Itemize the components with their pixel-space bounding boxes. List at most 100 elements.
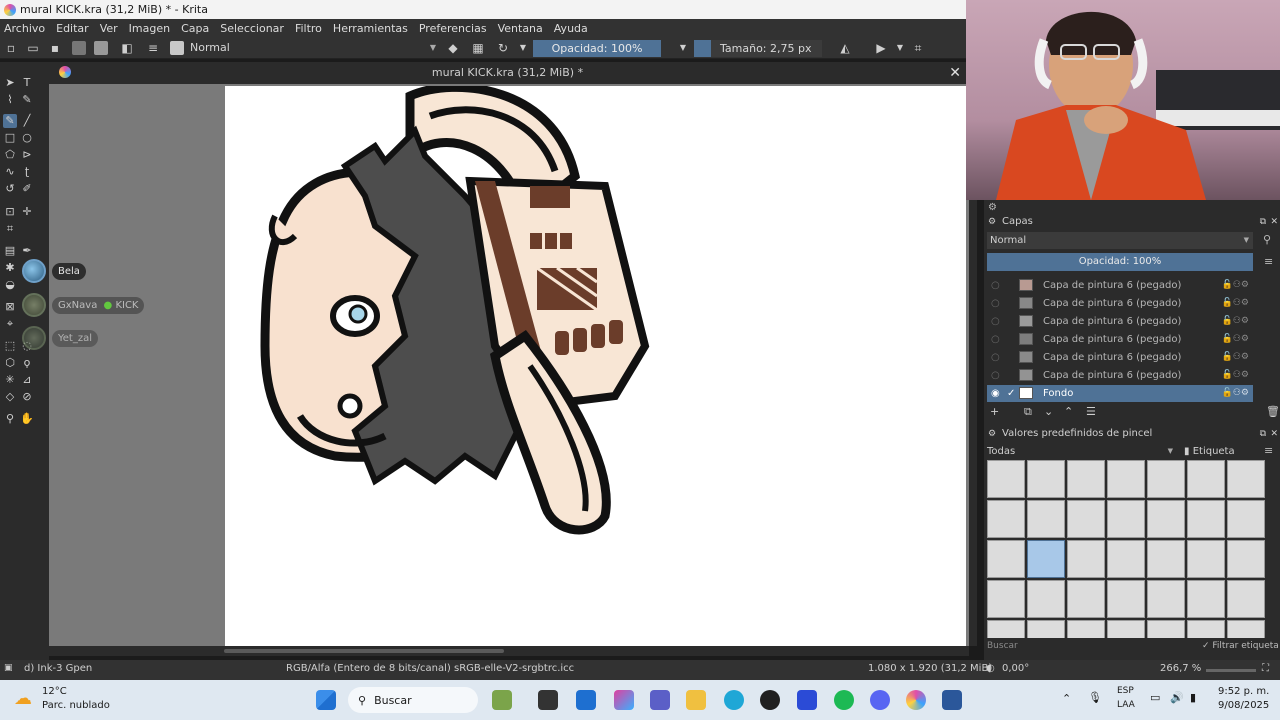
float-icon[interactable]: ⧉ xyxy=(1260,214,1266,230)
brush-preset[interactable] xyxy=(1027,500,1065,538)
store-icon[interactable] xyxy=(576,690,596,710)
move-up-icon[interactable]: ⌃ xyxy=(1064,405,1073,418)
menu-filtro[interactable]: Filtro xyxy=(295,22,322,35)
eraser-icon[interactable]: ◆ xyxy=(446,41,460,55)
brush-preset[interactable] xyxy=(987,540,1025,578)
layer-lock-icon[interactable]: 🔓⚇⚙ xyxy=(1222,295,1249,312)
brush-preset[interactable] xyxy=(1067,460,1105,498)
menu-ventana[interactable]: Ventana xyxy=(498,22,543,35)
visibility-icon[interactable]: ○ xyxy=(991,295,1000,312)
visibility-icon[interactable]: ○ xyxy=(991,331,1000,348)
menu-icon[interactable]: ≡ xyxy=(1264,444,1273,457)
menu-capa[interactable]: Capa xyxy=(181,22,209,35)
layer-row[interactable]: ○ Capa de pintura 6 (pegado) 🔓⚇⚙ xyxy=(987,295,1253,312)
layer-properties-icon[interactable]: ☰ xyxy=(1086,405,1096,418)
settings-icon[interactable]: ⚙ xyxy=(988,202,997,213)
brush-preset[interactable] xyxy=(1187,620,1225,638)
layer-lock-icon[interactable]: 🔓⚇⚙ xyxy=(1222,349,1249,366)
task-view-icon[interactable] xyxy=(538,690,558,710)
brush-preset[interactable] xyxy=(1187,540,1225,578)
chevron-down-icon[interactable]: ▼ xyxy=(676,41,690,55)
filter-tag-checkbox[interactable]: ✓ Filtrar etiqueta xyxy=(1202,641,1280,655)
layer-row[interactable]: ○ Capa de pintura 6 (pegado) 🔓⚇⚙ xyxy=(987,367,1253,384)
pan-tool-icon[interactable]: ✋ xyxy=(20,412,34,426)
rotate-icon[interactable]: ◐ xyxy=(986,663,995,674)
close-icon[interactable]: ✕ xyxy=(949,62,961,84)
color-swap-icon[interactable]: ◧ xyxy=(120,41,134,55)
brush-preset[interactable] xyxy=(1107,460,1145,498)
chevron-down-icon[interactable]: ▼ xyxy=(516,41,530,55)
bezier-tool-icon[interactable]: ∿ xyxy=(3,165,17,179)
discord-icon[interactable] xyxy=(870,690,890,710)
brush-settings-icon[interactable]: ≡ xyxy=(146,41,160,55)
layer-lock-icon[interactable]: 🔓⚇⚙ xyxy=(1222,331,1249,348)
contiguous-select-tool-icon[interactable]: ✳ xyxy=(3,373,17,387)
save-icon[interactable]: ▪ xyxy=(48,41,62,55)
brush-preset[interactable] xyxy=(987,500,1025,538)
crop-icon[interactable]: ⌗ xyxy=(911,41,925,55)
layer-opacity-slider[interactable]: Opacidad: 100% xyxy=(987,253,1253,271)
copilot-icon[interactable] xyxy=(614,690,634,710)
pattern-icon[interactable] xyxy=(72,41,86,55)
brush-preset[interactable] xyxy=(1027,460,1065,498)
document-tab[interactable]: mural KICK.kra (31,2 MiB) * ✕ xyxy=(49,62,966,84)
edit-shapes-tool-icon[interactable]: ⌇ xyxy=(3,93,17,107)
transform-tool-icon[interactable]: ⊡ xyxy=(3,205,17,219)
menu-herramientas[interactable]: Herramientas xyxy=(333,22,408,35)
visibility-icon[interactable]: ○ xyxy=(991,367,1000,384)
menu-ayuda[interactable]: Ayuda xyxy=(554,22,588,35)
brush-preset[interactable] xyxy=(1067,580,1105,618)
brush-preset[interactable] xyxy=(1067,500,1105,538)
drawing-canvas[interactable] xyxy=(225,82,966,646)
blend-mode-select[interactable]: Normal ▼ xyxy=(190,40,440,56)
brush-preset[interactable] xyxy=(1107,540,1145,578)
language-top[interactable]: ESP xyxy=(1117,686,1134,696)
checkmark-icon[interactable]: ✓ xyxy=(1007,385,1015,402)
zoom-tool-icon[interactable]: ⚲ xyxy=(3,412,17,426)
freehand-select-tool-icon[interactable]: ϙ xyxy=(20,356,34,370)
network-icon[interactable]: ▭ xyxy=(1150,691,1160,704)
duplicate-layer-icon[interactable]: ⧉ xyxy=(1024,405,1032,419)
settings-icon[interactable]: ⚙ xyxy=(988,426,996,442)
mirror-vertical-icon[interactable]: ▶ xyxy=(874,41,888,55)
rect-select-tool-icon[interactable]: ⬚ xyxy=(3,339,17,353)
polygon-select-tool-icon[interactable]: ⬡ xyxy=(3,356,17,370)
brush-search-input[interactable]: Buscar xyxy=(987,641,1157,655)
brush-preset[interactable] xyxy=(1227,500,1265,538)
brush-preset[interactable] xyxy=(1187,500,1225,538)
fullscreen-icon[interactable]: ⛶ xyxy=(1262,663,1269,674)
layer-row-active[interactable]: ◉ ✓ Fondo 🔓⚇⚙ xyxy=(987,385,1253,402)
brush-preset[interactable] xyxy=(1027,580,1065,618)
multibrush-tool-icon[interactable]: ✐ xyxy=(20,182,34,196)
menu-imagen[interactable]: Imagen xyxy=(129,22,170,35)
layer-lock-icon[interactable]: 🔓⚇⚙ xyxy=(1222,385,1249,402)
rectangle-tool-icon[interactable]: □ xyxy=(3,131,17,145)
brush-preset[interactable] xyxy=(1187,460,1225,498)
chevron-up-icon[interactable]: ⌃ xyxy=(1062,692,1071,705)
layer-lock-icon[interactable]: 🔓⚇⚙ xyxy=(1222,367,1249,384)
similar-select-tool-icon[interactable]: ⊿ xyxy=(20,373,34,387)
brush-preset[interactable] xyxy=(1107,580,1145,618)
fill-tool-icon[interactable]: ◒ xyxy=(3,278,17,292)
brush-preset[interactable] xyxy=(1147,460,1185,498)
word-icon[interactable] xyxy=(942,690,962,710)
brush-preset-icon[interactable] xyxy=(170,41,184,55)
visibility-icon[interactable]: ○ xyxy=(991,313,1000,330)
filter-icon[interactable]: ⚲ xyxy=(1263,233,1271,246)
polygon-tool-icon[interactable]: ⬠ xyxy=(3,148,17,162)
scrollbar-thumb[interactable] xyxy=(224,649,504,653)
menu-archivo[interactable]: Archivo xyxy=(4,22,45,35)
assistant-tool-icon[interactable]: ⊠ xyxy=(3,300,17,314)
layer-lock-icon[interactable]: 🔓⚇⚙ xyxy=(1222,277,1249,294)
brush-preset[interactable] xyxy=(1067,540,1105,578)
brush-preset[interactable] xyxy=(1227,620,1265,638)
weather-icon[interactable]: ☁ xyxy=(14,688,32,709)
language-bottom[interactable]: LAA xyxy=(1117,700,1135,710)
freehand-brush-tool-icon[interactable]: ✎ xyxy=(3,114,17,128)
windows-start-icon[interactable] xyxy=(316,690,336,710)
gradient-icon[interactable] xyxy=(94,41,108,55)
brush-preset[interactable] xyxy=(1067,620,1105,638)
brush-icon[interactable]: ▣ xyxy=(4,663,13,673)
smart-patch-tool-icon[interactable]: ✱ xyxy=(3,261,17,275)
app-icon[interactable] xyxy=(797,690,817,710)
